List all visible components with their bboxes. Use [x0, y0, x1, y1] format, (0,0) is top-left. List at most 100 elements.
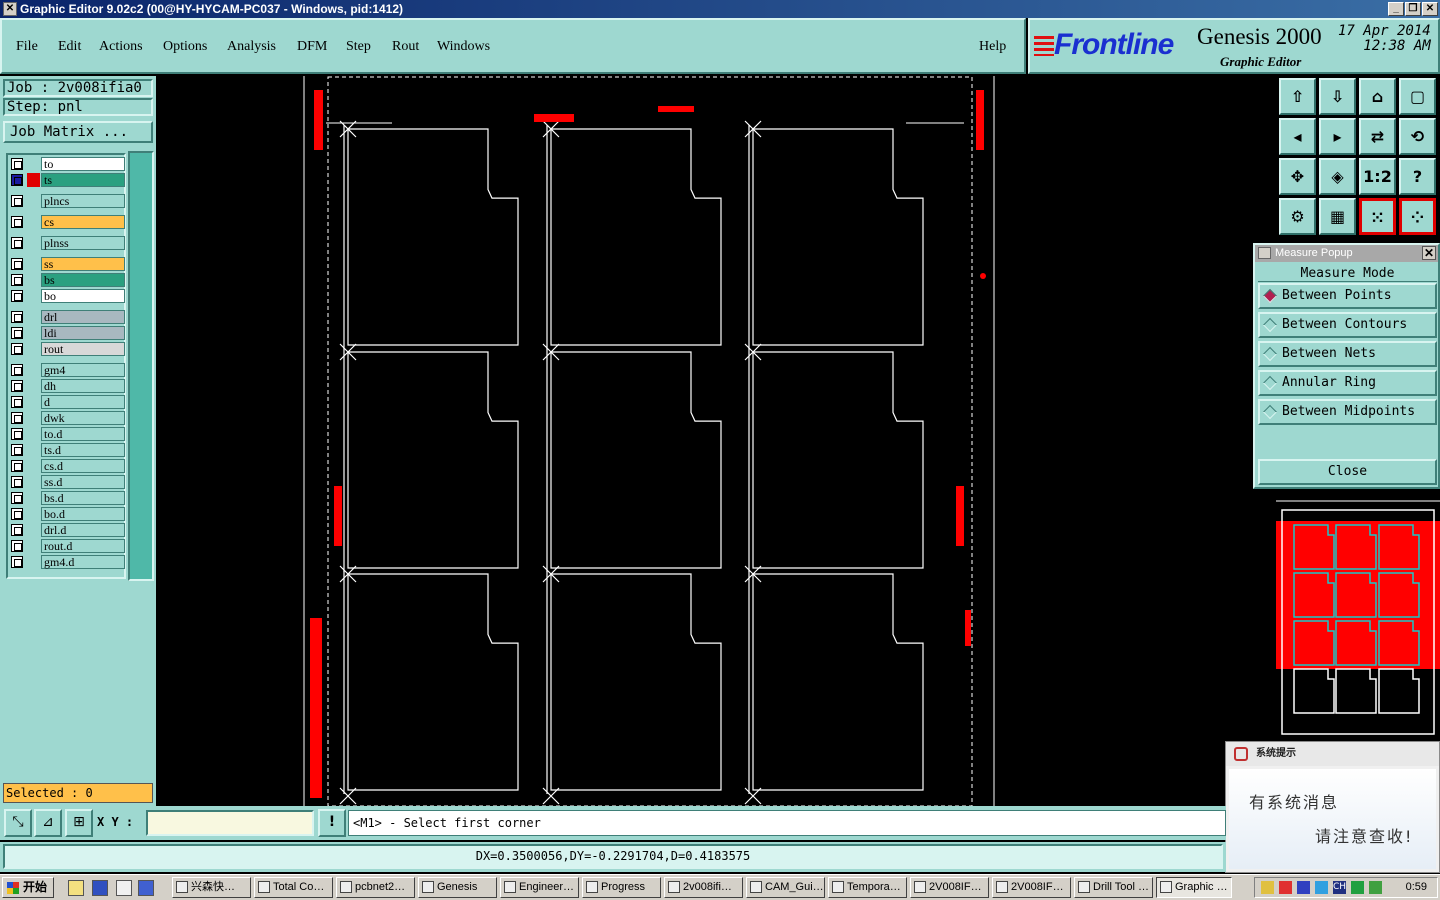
layer-name[interactable]: ldi — [41, 326, 125, 340]
panel-drawing[interactable] — [156, 76, 1276, 807]
clock-app-icon[interactable] — [68, 880, 84, 896]
layer-name[interactable]: drl.d — [41, 523, 125, 537]
layer-row[interactable]: dh — [9, 379, 125, 393]
editor-icon[interactable] — [116, 880, 132, 896]
menu-dfm[interactable]: DFM — [297, 39, 327, 55]
menu-windows[interactable]: Windows — [437, 39, 490, 55]
panel-down-icon[interactable]: ⇩ — [1319, 78, 1356, 115]
layer-name[interactable]: dh — [41, 379, 125, 393]
layer-row[interactable]: ss.d — [9, 475, 125, 489]
layer-row[interactable]: bo — [9, 289, 125, 303]
measure-option[interactable]: Annular Ring — [1258, 370, 1437, 396]
radio-diamond-icon[interactable] — [1262, 346, 1278, 362]
language-icon[interactable]: CH — [1333, 881, 1346, 894]
layer-checkbox[interactable] — [11, 290, 23, 302]
start-button[interactable]: 开始 — [2, 877, 54, 898]
layer-name[interactable]: to.d — [41, 427, 125, 441]
layer-checkbox[interactable] — [11, 158, 23, 170]
abort-button[interactable]: ! — [318, 809, 346, 837]
job-matrix-button[interactable]: Job Matrix ... — [3, 121, 153, 143]
layer-row[interactable]: dwk — [9, 411, 125, 425]
taskbar-task[interactable]: CAM_Gui… — [746, 877, 825, 898]
layer-checkbox[interactable] — [11, 492, 23, 504]
radio-diamond-icon[interactable] — [1262, 404, 1278, 420]
layer-name[interactable]: gm4 — [41, 363, 125, 377]
layer-row[interactable]: to — [9, 157, 125, 171]
help-icon[interactable]: ? — [1399, 158, 1436, 195]
taskbar-task[interactable]: 2V008IF… — [992, 877, 1071, 898]
angle-snap-icon[interactable]: ⊿ — [34, 809, 62, 837]
home-icon[interactable]: ⌂ — [1359, 78, 1396, 115]
layer-row[interactable]: rout.d — [9, 539, 125, 553]
layer-row[interactable]: to.d — [9, 427, 125, 441]
grid-icon[interactable]: ▦ — [1319, 198, 1356, 235]
snap-icon[interactable]: ⤡ — [4, 809, 32, 837]
tray-icon[interactable] — [1261, 881, 1274, 894]
layer-row[interactable]: ldi — [9, 326, 125, 340]
taskbar-task[interactable]: Tempora… — [828, 877, 907, 898]
layer-row[interactable]: d — [9, 395, 125, 409]
taskbar-task[interactable]: Genesis — [418, 877, 497, 898]
layer-row[interactable]: gm4 — [9, 363, 125, 377]
layer-row[interactable]: plncs — [9, 194, 125, 208]
layer-row[interactable]: plnss — [9, 236, 125, 250]
layer-name[interactable]: rout — [41, 342, 125, 356]
radio-diamond-icon[interactable] — [1262, 288, 1278, 304]
layer-name[interactable]: d — [41, 395, 125, 409]
layer-name[interactable]: cs — [41, 215, 125, 229]
layer-checkbox[interactable] — [11, 327, 23, 339]
measure-option[interactable]: Between Points — [1258, 283, 1437, 309]
menu-help[interactable]: Help — [979, 39, 1006, 55]
menu-actions[interactable]: Actions — [99, 39, 143, 55]
tools-icon[interactable]: ⚙ — [1279, 198, 1316, 235]
layer-name[interactable]: plncs — [41, 194, 125, 208]
layer-toggle-alt-icon[interactable]: ⁘ — [1399, 198, 1436, 235]
layer-name[interactable]: dwk — [41, 411, 125, 425]
layer-name[interactable]: ts — [41, 173, 125, 187]
layer-name[interactable]: bs — [41, 273, 125, 287]
layer-row[interactable]: ts — [9, 173, 125, 187]
taskbar-task[interactable]: Engineer… — [500, 877, 579, 898]
layer-row[interactable]: ts.d — [9, 443, 125, 457]
measure-option[interactable]: Between Contours — [1258, 312, 1437, 338]
menu-step[interactable]: Step — [346, 39, 371, 55]
layer-row[interactable]: rout — [9, 342, 125, 356]
layer-checkbox[interactable] — [11, 396, 23, 408]
tray-icon[interactable] — [1315, 881, 1328, 894]
layer-checkbox[interactable] — [11, 195, 23, 207]
measure-option[interactable]: Between Nets — [1258, 341, 1437, 367]
move-left-icon[interactable]: ◂ — [1279, 118, 1316, 155]
layer-checkbox[interactable] — [11, 174, 23, 186]
system-notification[interactable]: 系统提示 有系统消息 请注意查收! — [1225, 741, 1440, 873]
taskbar-task[interactable]: Graphic … — [1156, 877, 1232, 898]
layer-name[interactable]: ss.d — [41, 475, 125, 489]
layer-name[interactable]: bo.d — [41, 507, 125, 521]
layer-row[interactable]: bs — [9, 273, 125, 287]
menu-rout[interactable]: Rout — [392, 39, 419, 55]
layer-name[interactable]: plnss — [41, 236, 125, 250]
window-icon[interactable]: ▢ — [1399, 78, 1436, 115]
layer-name[interactable]: to — [41, 157, 125, 171]
layer-row[interactable]: gm4.d — [9, 555, 125, 569]
taskbar-task[interactable]: 2V008IF… — [910, 877, 989, 898]
tray-icon[interactable] — [1279, 881, 1292, 894]
menu-file[interactable]: File — [16, 39, 38, 55]
layer-name[interactable]: ts.d — [41, 443, 125, 457]
tray-icon[interactable] — [1297, 881, 1310, 894]
xy-input[interactable] — [146, 810, 314, 836]
layer-checkbox[interactable] — [11, 556, 23, 568]
layer-row[interactable]: cs.d — [9, 459, 125, 473]
taskbar-task[interactable]: Total Co… — [254, 877, 333, 898]
restore-button[interactable]: ❐ — [1405, 2, 1421, 16]
taskbar-task[interactable]: pcbnet2… — [336, 877, 415, 898]
layer-toggle-icon[interactable]: ⁙ — [1359, 198, 1396, 235]
radio-diamond-icon[interactable] — [1262, 317, 1278, 333]
layer-name[interactable]: cs.d — [41, 459, 125, 473]
menu-analysis[interactable]: Analysis — [227, 39, 276, 55]
layer-checkbox[interactable] — [11, 380, 23, 392]
layer-name[interactable]: bs.d — [41, 491, 125, 505]
minimize-button[interactable]: _ — [1388, 2, 1404, 16]
layer-row[interactable]: drl — [9, 310, 125, 324]
layer-checkbox[interactable] — [11, 444, 23, 456]
layer-name[interactable]: drl — [41, 310, 125, 324]
